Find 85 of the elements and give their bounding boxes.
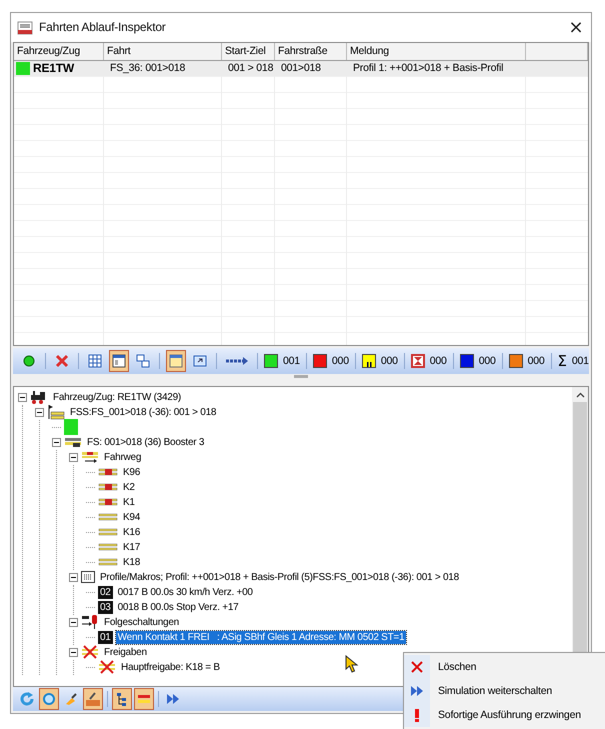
table-cell: Profil 1: ++001>018 + Basis-Profil: [347, 60, 526, 77]
table-row[interactable]: RE1TW FS_36: 001>018 001 > 018 001>018 Profil 1: ++001>018 + Basis-Profil: [14, 60, 588, 77]
mouse-pointer-icon: [345, 655, 359, 673]
menu-item[interactable]: Simulation weiterschalten: [404, 679, 605, 703]
tree-view-icon: [115, 692, 129, 706]
flag-track-icon: [47, 404, 65, 420]
crossed-track-icon: [98, 660, 116, 674]
forward-icon: [166, 693, 180, 706]
tree-item[interactable]: Folgeschaltungen: [102, 616, 181, 629]
signal-switch-icon: [81, 614, 99, 630]
window-title: Fahrten Ablauf-Inspektor: [39, 20, 167, 34]
column-header[interactable]: Start-Ziel: [222, 42, 275, 60]
tree-item[interactable]: K16: [121, 526, 142, 539]
pause-icon: [364, 359, 373, 368]
tree-item[interactable]: 0017 B 00.0s 30 km/h Verz. +00: [116, 586, 255, 599]
table-cell: RE1TW: [33, 61, 74, 76]
collapse-toggle[interactable]: [35, 408, 44, 417]
restore-window-icon: [193, 354, 207, 368]
tree-item[interactable]: K1: [121, 496, 137, 509]
tree-item[interactable]: Freigaben: [102, 646, 149, 659]
grid-icon: [88, 354, 102, 368]
column-header[interactable]: Fahrzeug/Zug: [14, 42, 104, 60]
toolbar-button[interactable]: [112, 688, 132, 710]
refresh-icon: [19, 691, 35, 708]
note-icon: [169, 354, 183, 368]
collapse-toggle[interactable]: [52, 438, 61, 447]
count-label: 000: [380, 355, 398, 368]
close-icon: [411, 661, 423, 673]
status-light-icon: [23, 355, 35, 368]
tree-item[interactable]: K2: [121, 480, 137, 494]
tree-item[interactable]: Profile/Makros; Profil: ++001>018 + Basis-Profil (5)FSS:FS_001>018 (-36): 001 > 018: [98, 570, 461, 584]
collapse-toggle[interactable]: [69, 572, 78, 582]
table-cell: 001>018: [275, 60, 347, 77]
column-header[interactable]: Fahrt: [104, 42, 222, 60]
column-header[interactable]: Fahrstraße: [275, 42, 347, 60]
sum-symbol: Σ: [558, 352, 567, 370]
tree-item[interactable]: FSS:FS_001>018 (-36): 001 > 018: [68, 406, 218, 419]
locomotive-icon: [30, 390, 48, 404]
track-arrow-icon: [81, 450, 99, 464]
column-header[interactable]: Meldung: [347, 42, 526, 60]
menu-item[interactable]: Löschen: [404, 655, 605, 679]
toolbar-button[interactable]: [109, 350, 129, 372]
count-label: 000: [332, 355, 349, 368]
dashed-arrow-icon: [225, 356, 249, 366]
step-number: 01: [98, 630, 113, 644]
tree-item[interactable]: K17: [121, 540, 142, 554]
track-icon: [64, 436, 82, 448]
step-number: 03: [98, 600, 113, 614]
brush-icon: [64, 692, 78, 706]
collapse-toggle[interactable]: [18, 392, 27, 402]
count-label: 001: [283, 355, 300, 368]
delete-icon: [54, 353, 70, 370]
tree-item[interactable]: Fahrzeug/Zug: RE1TW (3429): [51, 390, 183, 404]
tree-item[interactable]: K94: [121, 510, 142, 524]
collapse-toggle[interactable]: [69, 452, 78, 462]
count-label: 000: [478, 355, 496, 368]
tree-item[interactable]: Wenn Kontakt 1 FREI : ASig SBhf Gleis 1 Adresse: MM 0502 ST=1: [116, 630, 406, 644]
caret-icon: [576, 392, 584, 398]
collapse-toggle[interactable]: [69, 648, 78, 657]
sync-icon: [41, 691, 57, 708]
window-icon: [112, 354, 126, 368]
table-cell: FS_36: 001>018: [104, 60, 222, 77]
toolbar-button[interactable]: [134, 688, 154, 710]
table-icon: [81, 571, 95, 584]
count-label: 001: [572, 355, 589, 368]
exclamation-icon: [415, 708, 419, 722]
toolbar-button[interactable]: [166, 350, 186, 372]
menu-item[interactable]: Sofortige Ausführung erzwingen: [404, 703, 605, 727]
tree-item[interactable]: Fahrweg: [102, 450, 144, 464]
tree-item[interactable]: 0018 B 00.0s Stop Verz. +17: [116, 600, 240, 614]
tree-item[interactable]: K18: [121, 556, 142, 569]
collapse-toggle[interactable]: [69, 618, 78, 627]
auto-mode-icon: [85, 691, 101, 708]
tree-item[interactable]: Hauptfreigabe: K18 = B: [119, 660, 222, 674]
step-number: 02: [98, 586, 113, 599]
count-label: 000: [430, 355, 447, 368]
table-cell: 001 > 018: [222, 60, 275, 77]
close-button[interactable]: ×: [561, 13, 591, 42]
toolbar-button[interactable]: [83, 688, 103, 710]
tree-item[interactable]: FS: 001>018 (36) Booster 3: [85, 436, 206, 449]
tree-item[interactable]: K96: [121, 466, 142, 479]
cascade-windows-icon: [136, 354, 150, 368]
crossed-track-icon: [81, 645, 99, 660]
count-label: 000: [528, 355, 545, 368]
app-logo-icon: [17, 19, 33, 36]
